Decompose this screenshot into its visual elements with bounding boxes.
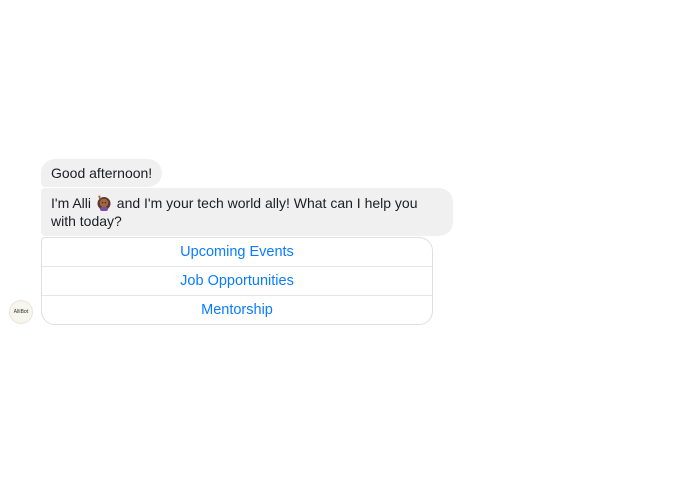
message-text: Good afternoon! xyxy=(51,165,153,181)
quick-reply-job-opportunities[interactable]: Job Opportunities xyxy=(42,267,432,296)
quick-reply-mentorship[interactable]: Mentorship xyxy=(42,296,432,324)
quick-replies: Upcoming Events Job Opportunities Mentor… xyxy=(41,237,433,325)
chat-thread: Good afternoon! I'm Alli and I'm your te… xyxy=(0,0,695,494)
woman-raising-hand-emoji-icon xyxy=(97,195,111,211)
avatar-label: AlliBot xyxy=(13,309,29,315)
quick-reply-upcoming-events[interactable]: Upcoming Events xyxy=(42,238,432,267)
message-text-start: I'm Alli xyxy=(51,195,95,211)
bot-message-intro: I'm Alli and I'm your tech world ally! W… xyxy=(41,188,453,236)
bot-avatar: AlliBot xyxy=(9,300,33,324)
bot-message-greeting: Good afternoon! xyxy=(41,159,163,187)
